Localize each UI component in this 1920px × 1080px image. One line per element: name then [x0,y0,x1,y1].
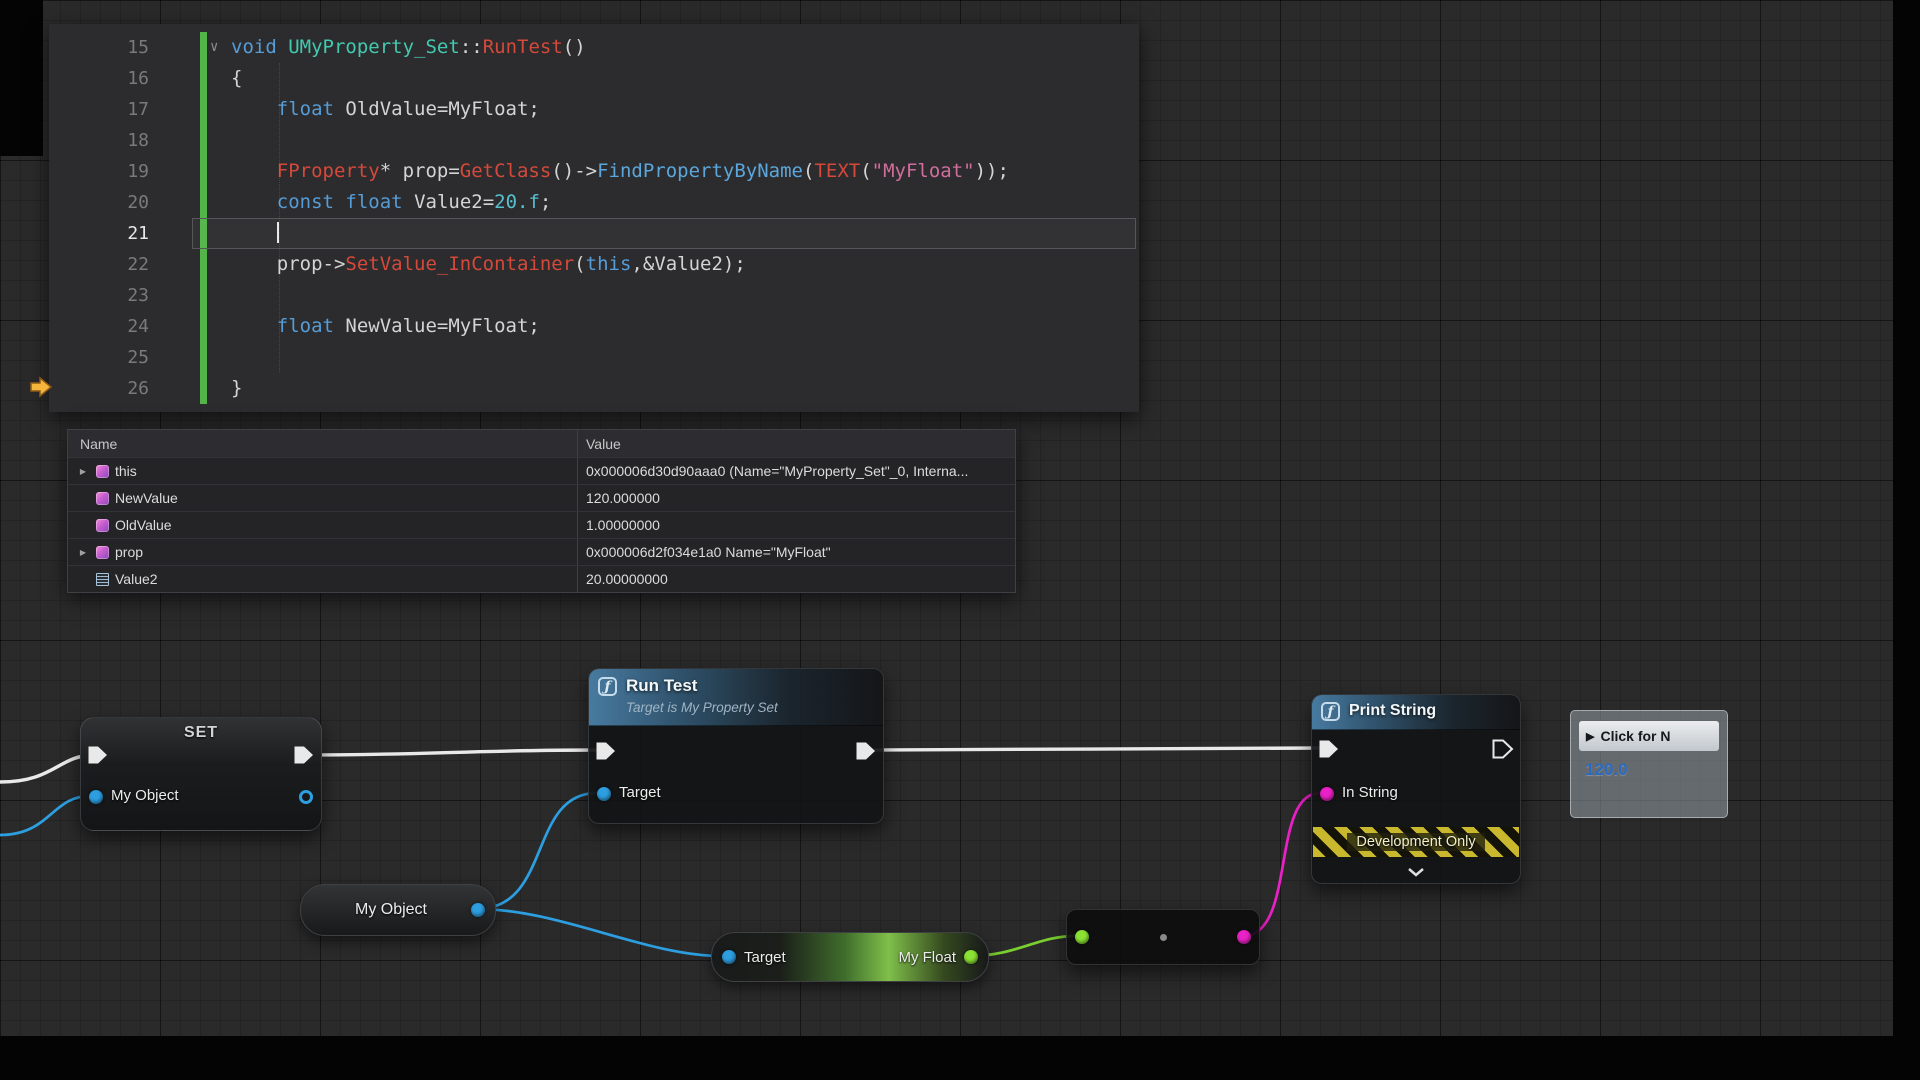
execution-pointer-arrow [28,375,54,399]
watch-variables-panel: Name Value ▶this0x000006d30d90aaa0 (Name… [67,429,1016,593]
object-wire-myobject-to-getmyfloat-target[interactable] [477,909,722,956]
watch-value: 0x000006d30d90aaa0 (Name="MyProperty_Set… [577,458,1015,484]
development-only-banner: Development Only [1313,827,1519,857]
conversion-dot-icon [1160,934,1167,941]
exec-in-pin[interactable] [1318,739,1340,759]
set-variable-node[interactable]: SET My Object [80,717,322,831]
float-to-string-conversion-node[interactable] [1066,909,1260,965]
code-line-26[interactable]: 26} [49,373,1139,404]
watch-value: 120.000000 [577,485,1015,511]
exec-wire-set-to-runtest[interactable] [305,750,601,755]
my-float-label: My Float [898,949,956,966]
object-wire-myobject-to-runtest-target[interactable] [477,793,597,909]
target-label: Target [744,949,786,966]
code-line-17[interactable]: 17 float OldValue=MyFloat; [49,94,1139,125]
set-node-title: SET [81,724,321,742]
watch-value: 20.00000000 [577,566,1015,592]
my-object-output-pin[interactable] [299,790,313,804]
target-input-pin[interactable] [597,787,611,801]
watch-row-Value2[interactable]: Value220.00000000 [68,565,1015,592]
exec-out-pin[interactable] [1492,739,1514,759]
run-test-title: Run Test [626,676,697,696]
my-object-label: My Object [355,901,427,919]
run-test-subtitle: Target is My Property Set [626,700,778,715]
function-icon: ƒ [598,677,617,696]
in-string-label: In String [1342,784,1398,801]
watch-header-row[interactable]: Name Value [68,430,1015,457]
debug-bubble-header[interactable]: ▶ Click for N [1579,721,1719,751]
variable-box-icon [96,465,109,478]
float-input-pin[interactable] [1075,930,1089,944]
my-object-input-pin[interactable] [89,790,103,804]
struct-grid-icon [96,573,109,586]
play-icon: ▶ [1586,730,1594,743]
print-string-title: Print String [1349,702,1436,720]
target-input-label: Target [619,784,661,801]
exec-wire-runtest-to-printstring[interactable] [867,748,1324,750]
code-editor-panel: 15∨void UMyProperty_Set::RunTest()16{17 … [49,24,1139,412]
variable-box-icon [96,519,109,532]
get-my-float-node[interactable]: Target My Float [711,932,989,982]
code-line-19[interactable]: 19 FProperty* prop=GetClass()->FindPrope… [49,156,1139,187]
debug-watch-value: 120.0 [1579,751,1719,780]
code-line-23[interactable]: 23 [49,280,1139,311]
code-line-22[interactable]: 22 prop->SetValue_InContainer(this,&Valu… [49,249,1139,280]
code-line-21[interactable]: 21 [49,218,1139,249]
code-line-24[interactable]: 24 float NewValue=MyFloat; [49,311,1139,342]
set-input-label: My Object [111,787,179,804]
object-wire-offscreen-to-set-input[interactable] [0,796,90,835]
black-border-bottom [0,1036,1920,1080]
unreal-blueprint-editor: SET My Object ƒ Run Test Target is My Pr… [0,0,1920,1080]
watch-value: 0x000006d2f034e1a0 Name="MyFloat" [577,539,1015,565]
expand-advanced-chevron-icon[interactable] [1407,867,1425,877]
string-output-pin[interactable] [1237,930,1251,944]
in-string-input-pin[interactable] [1320,787,1334,801]
my-float-output-pin[interactable] [964,950,978,964]
variable-box-icon [96,492,109,505]
expander-icon[interactable]: ▶ [76,548,90,557]
variable-box-icon [96,546,109,559]
debug-value-bubble[interactable]: ▶ Click for N 120.0 [1570,710,1728,818]
watch-row-NewValue[interactable]: NewValue120.000000 [68,484,1015,511]
code-line-15[interactable]: 15∨void UMyProperty_Set::RunTest() [49,32,1139,63]
code-line-25[interactable]: 25 [49,342,1139,373]
column-header-value[interactable]: Value [577,430,1015,457]
black-border-right [1893,0,1920,1080]
run-test-function-node[interactable]: ƒ Run Test Target is My Property Set Tar… [588,668,884,824]
debug-bubble-header-text: Click for N [1600,728,1670,744]
get-my-object-variable-node[interactable]: My Object [300,884,496,936]
function-icon: ƒ [1321,702,1340,721]
code-lines: 15∨void UMyProperty_Set::RunTest()16{17 … [49,32,1139,404]
watch-row-prop[interactable]: ▶prop0x000006d2f034e1a0 Name="MyFloat" [68,538,1015,565]
my-object-output-pin[interactable] [471,903,485,917]
code-line-20[interactable]: 20 const float Value2=20.f; [49,187,1139,218]
watch-value: 1.00000000 [577,512,1015,538]
print-string-function-node[interactable]: ƒ Print String In String Development Onl… [1311,694,1521,884]
watch-row-OldValue[interactable]: OldValue1.00000000 [68,511,1015,538]
exec-in-pin[interactable] [87,745,109,765]
watch-row-this[interactable]: ▶this0x000006d30d90aaa0 (Name="MyPropert… [68,457,1015,484]
development-only-label: Development Only [1347,833,1484,851]
target-input-pin[interactable] [722,950,736,964]
code-line-18[interactable]: 18 [49,125,1139,156]
expander-icon[interactable]: ▶ [76,467,90,476]
exec-out-pin[interactable] [293,745,315,765]
exec-out-pin[interactable] [855,741,877,761]
code-line-16[interactable]: 16{ [49,63,1139,94]
black-border-left [0,0,43,156]
column-header-name[interactable]: Name [68,430,577,457]
exec-in-pin[interactable] [595,741,617,761]
watch-rows: ▶this0x000006d30d90aaa0 (Name="MyPropert… [68,457,1015,592]
